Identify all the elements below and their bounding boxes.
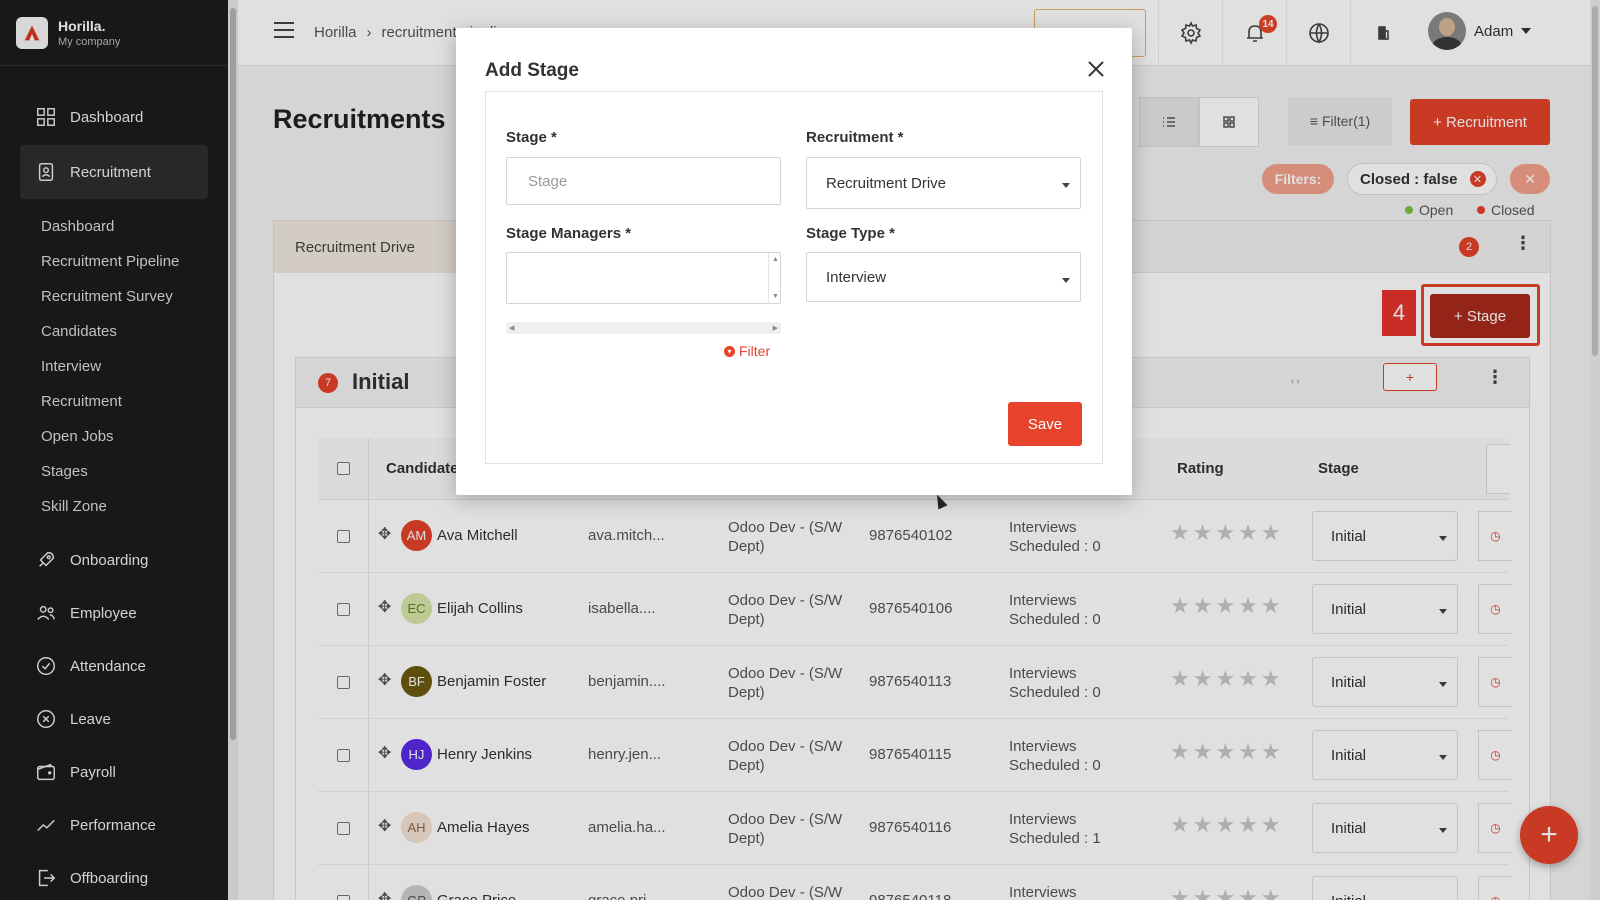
managers-horizontal-scrollbar[interactable]: ◀ ▶ (506, 322, 781, 334)
add-stage-modal: Add Stage Stage * Stage Recruitment * Re… (456, 28, 1132, 495)
save-button[interactable]: Save (1008, 402, 1082, 446)
stage-type-value: Interview (826, 268, 887, 286)
stage-type-label: Stage Type * (806, 225, 895, 242)
filter-link[interactable]: ▾ Filter (724, 343, 770, 359)
modal-body: Stage * Stage Recruitment * Recruitment … (485, 91, 1103, 464)
stage-label: Stage * (506, 129, 557, 146)
stage-managers-select[interactable]: ▲ ▼ (506, 252, 781, 304)
filter-icon: ▾ (724, 345, 735, 357)
stage-type-select[interactable]: Interview (806, 252, 1081, 302)
chevron-down-icon (1062, 183, 1070, 188)
modal-title: Add Stage (485, 60, 579, 81)
filter-link-label: Filter (739, 343, 771, 359)
chevron-down-icon (1062, 278, 1070, 283)
recruitment-select[interactable]: Recruitment Drive (806, 157, 1081, 209)
recruitment-select-value: Recruitment Drive (826, 174, 947, 192)
recruitment-label: Recruitment * (806, 129, 904, 146)
scroll-right-icon[interactable]: ▶ (773, 324, 778, 332)
stage-managers-label: Stage Managers * (506, 225, 632, 242)
managers-scrollbar[interactable]: ▲ ▼ (768, 253, 780, 303)
stage-input[interactable]: Stage (506, 157, 781, 205)
scroll-up-icon[interactable]: ▲ (772, 256, 779, 263)
scroll-left-icon[interactable]: ◀ (509, 324, 514, 332)
scroll-down-icon[interactable]: ▼ (772, 293, 779, 300)
close-icon[interactable] (1086, 59, 1106, 79)
